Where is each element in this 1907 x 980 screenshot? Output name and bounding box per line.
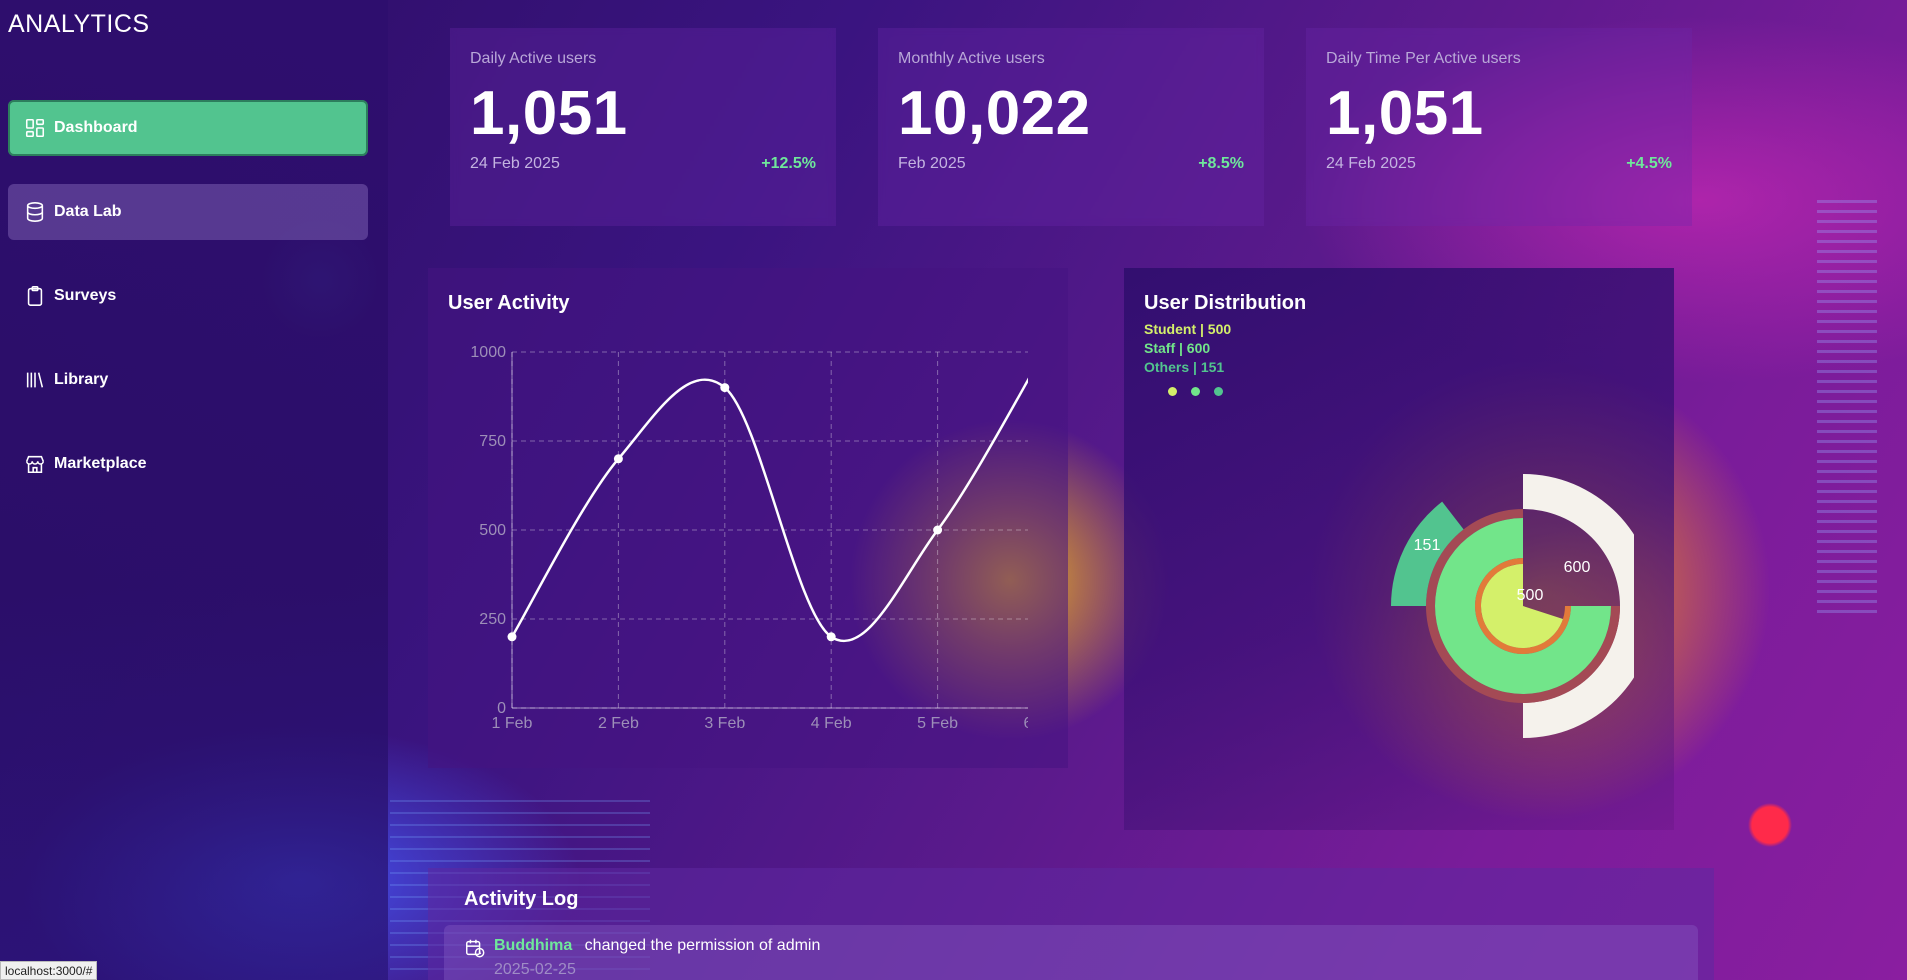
stat-label: Monthly Active users: [898, 50, 1045, 67]
user-activity-chart: 025050075010001 Feb 2 Feb 3 Feb 4 Feb 5 Feb 6…: [470, 344, 1028, 732]
user-distribution-panel: User Distribution Student | 500 Staff | …: [1124, 268, 1674, 830]
sidebar-item-label: Data Lab: [54, 203, 122, 220]
legend-dots: [1144, 387, 1654, 396]
distribution-legend: Student | 500 Staff | 600 Others | 151: [1144, 321, 1654, 375]
log-item[interactable]: Buddhima changed the permission of admin…: [444, 925, 1698, 980]
data-label: 500: [1517, 587, 1544, 604]
stat-value: 1,051: [470, 79, 628, 148]
background-decoration: [1817, 200, 1877, 620]
stat-card-daily-active: Daily Active users 1,051 24 Feb 2025 +12…: [450, 28, 836, 226]
sidebar-nav: Dashboard Data Lab Surveys Library Marke…: [8, 100, 368, 520]
clipboard-icon: [27, 286, 43, 306]
legend-dot[interactable]: [1168, 387, 1177, 396]
stat-date: Feb 2025: [898, 155, 966, 172]
legend-staff: Staff | 600: [1144, 340, 1211, 356]
legend-dot[interactable]: [1191, 387, 1200, 396]
data-point: [826, 632, 836, 642]
y-tick-label: 500: [479, 522, 506, 539]
stat-delta: +12.5%: [761, 155, 816, 172]
database-icon: [26, 202, 44, 222]
legend-others: Others | 151: [1144, 359, 1225, 375]
stat-date: 24 Feb 2025: [470, 155, 560, 172]
app-title: ANALYTICS: [8, 10, 150, 38]
x-tick-label: 2 Feb: [598, 715, 639, 732]
stat-delta: +4.5%: [1626, 155, 1672, 172]
data-point: [720, 383, 730, 393]
y-tick-label: 1000: [470, 344, 506, 361]
dashboard-icon: [25, 118, 45, 138]
stat-value: 10,022: [898, 79, 1091, 148]
sidebar-item-dashboard[interactable]: Dashboard: [8, 100, 368, 156]
log-date: 2025-02-25: [494, 961, 576, 978]
stat-date: 24 Feb 2025: [1326, 155, 1416, 172]
stat-value: 1,051: [1326, 79, 1484, 148]
stat-label: Daily Active users: [470, 50, 597, 67]
sidebar-item-library[interactable]: Library: [8, 352, 368, 408]
stat-label: Daily Time Per Active users: [1326, 50, 1521, 67]
x-tick-label: 6 Feb: [1024, 715, 1028, 732]
data-point: [613, 454, 623, 464]
sidebar-item-label: Surveys: [54, 287, 117, 304]
x-tick-label: 5 Feb: [917, 715, 958, 732]
radial-bar: [1481, 564, 1563, 648]
status-bar-url: localhost:3000/#: [0, 961, 98, 980]
sidebar-item-marketplace[interactable]: Marketplace: [8, 436, 368, 492]
legend-dot[interactable]: [1214, 387, 1223, 396]
sidebar-item-data-lab[interactable]: Data Lab: [8, 184, 368, 240]
x-tick-label: 1 Feb: [492, 715, 533, 732]
legend-student: Student | 500: [1144, 321, 1232, 337]
calendar-clock-icon: [466, 939, 485, 958]
stat-card-daily-time: Daily Time Per Active users 1,051 24 Feb…: [1306, 28, 1692, 226]
stat-card-monthly-active: Monthly Active users 10,022 Feb 2025 +8.…: [878, 28, 1264, 226]
store-icon: [25, 455, 45, 474]
user-activity-panel: User Activity 0 250 500 750 1000 1 Feb 2 Feb 3 …: [428, 268, 1068, 768]
data-point: [933, 525, 943, 535]
sidebar-item-surveys[interactable]: Surveys: [8, 268, 368, 324]
stat-delta: +8.5%: [1198, 155, 1244, 172]
data-label: 600: [1564, 559, 1591, 576]
y-tick-label: 250: [479, 611, 506, 628]
panel-title: Activity Log: [464, 888, 579, 910]
log-text: changed the permission of admin: [584, 937, 821, 954]
sidebar-item-label: Dashboard: [54, 119, 138, 136]
data-label: 151: [1414, 537, 1441, 554]
library-icon: [26, 372, 44, 388]
series-line: [510, 377, 1028, 643]
sidebar-item-label: Marketplace: [54, 455, 147, 472]
user-distribution-chart: 500 600 151: [1391, 474, 1634, 738]
radial-bar: [1435, 518, 1611, 694]
data-point: [507, 632, 517, 642]
y-tick-label: 750: [479, 433, 506, 450]
x-tick-label: 3 Feb: [704, 715, 745, 732]
panel-title: User Activity: [448, 292, 570, 314]
activity-log-panel: Activity Log Buddhima changed the permis…: [428, 868, 1714, 980]
x-tick-label: 4 Feb: [811, 715, 852, 732]
sidebar-item-label: Library: [54, 371, 109, 388]
panel-title: User Distribution: [1144, 292, 1307, 314]
log-user[interactable]: Buddhima: [494, 937, 572, 954]
